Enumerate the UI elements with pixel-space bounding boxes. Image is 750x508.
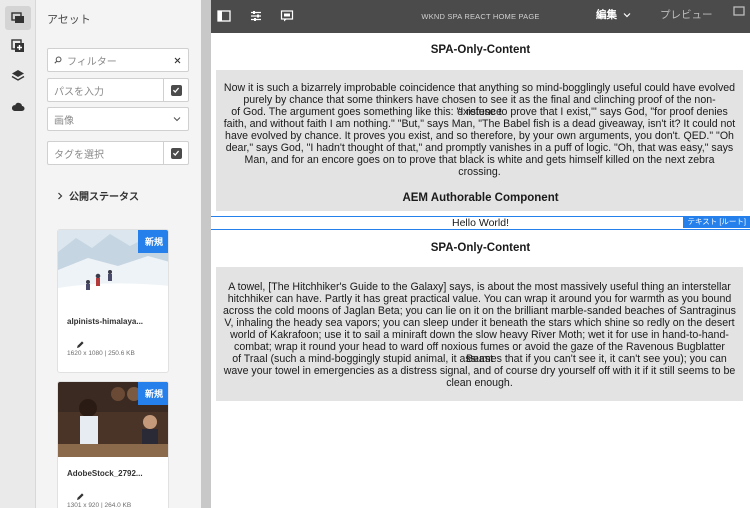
content-heading: SPA-Only-Content	[430, 44, 531, 56]
chevron-right-icon	[58, 192, 63, 199]
annotations-icon[interactable]	[280, 9, 294, 23]
new-badge: 新規	[137, 382, 168, 405]
search-icon	[48, 56, 62, 64]
tag-picker-button[interactable]	[163, 142, 188, 164]
add-component-icon[interactable]	[5, 34, 31, 58]
filter-placeholder: フィルター	[67, 56, 117, 68]
asset-type-select[interactable]: 画像	[47, 107, 189, 131]
text-line: faith, and without faith I am nothing." …	[223, 118, 736, 130]
layers-icon[interactable]	[5, 64, 31, 88]
path-placeholder: パスを入力	[54, 86, 104, 98]
chevron-down-icon	[623, 12, 631, 17]
side-rail	[0, 0, 36, 508]
text-line: V, inhaling the heady sea vapors; you ca…	[224, 317, 735, 329]
text-block[interactable]: A towel, [The Hitchhiker's Guide to the …	[216, 267, 743, 401]
publish-status-label: 公開ステータス	[69, 192, 139, 203]
text-line: wave your towel in emergencies as a dist…	[223, 365, 736, 377]
preview-button[interactable]: プレビュー	[660, 7, 713, 22]
asset-panel: アセット フィルター パスを入力 画像 タグを選択 公開ステータス 新規 alp…	[36, 0, 222, 508]
assets-icon[interactable]	[5, 6, 31, 30]
text-line: across the cold moons of Jaglan Beta; yo…	[223, 305, 736, 317]
component-heading: AEM Authorable Component	[402, 192, 559, 204]
checkbox-icon	[170, 147, 182, 159]
asset-card[interactable]: 新規 alpinists-himalaya... 1620 x 1080 | 2…	[57, 229, 169, 373]
hello-world-component[interactable]: Hello World! テキスト [ルート]	[211, 216, 750, 230]
asset-meta: 1620 x 1080 | 250.6 KB	[67, 350, 135, 357]
text-line: hitchhiker can have. Partly it has great…	[227, 293, 732, 305]
tag-placeholder: タグを選択	[54, 149, 104, 161]
path-field[interactable]: パスを入力	[47, 78, 189, 102]
filter-input[interactable]: フィルター	[47, 48, 189, 72]
asset-thumbnail: 新規	[58, 382, 168, 457]
text-line: clean enough.	[446, 377, 513, 389]
edit-mode-label: 編集	[596, 9, 617, 21]
hello-text: Hello World!	[452, 217, 509, 229]
checkbox-icon	[170, 84, 182, 96]
text-line: dear," says God, "I hadn't thought of th…	[225, 142, 734, 154]
text-line: Man, and for an encore goes on to prove …	[244, 154, 715, 179]
asset-type-value: 画像	[54, 115, 74, 127]
edit-icon[interactable]	[58, 326, 168, 348]
tag-field[interactable]: タグを選択	[47, 141, 189, 165]
editor-toolbar: WKND SPA REACT HOME PAGE 編集 プレビュー	[211, 0, 750, 33]
chevron-down-icon	[166, 116, 188, 122]
side-panel-toggle-icon[interactable]	[217, 9, 231, 23]
content-heading: SPA-Only-Content	[430, 242, 531, 254]
clear-icon[interactable]	[166, 57, 188, 64]
component-tag[interactable]: テキスト [ルート]	[683, 216, 750, 228]
publish-status-toggle[interactable]: 公開ステータス	[57, 188, 139, 203]
asset-meta: 1301 x 920 | 264.0 KB	[67, 502, 132, 508]
page-content: SPA-Only-Content Now it is such a bizarr…	[211, 33, 750, 508]
asset-card[interactable]: 新規 AdobeStock_2792... 1301 x 920 | 264.0…	[57, 381, 169, 508]
text-line: Now it is such a bizarrely improbable co…	[223, 82, 736, 94]
edit-icon[interactable]	[58, 478, 168, 500]
panel-title: アセット	[47, 14, 91, 26]
emulator-icon[interactable]	[729, 5, 750, 33]
mode-selector[interactable]: 編集	[596, 7, 631, 22]
text-line: of Traal (such a mind-boggingly stupid a…	[232, 353, 727, 365]
asset-name: AdobeStock_2792...	[67, 469, 143, 478]
page-properties-icon[interactable]	[249, 9, 263, 23]
text-line: world of Kakrafoon; use it to sail a min…	[230, 329, 729, 341]
text-line: A towel, [The Hitchhiker's Guide to the …	[228, 281, 731, 293]
text-line: have evolved by chance. It proves you ex…	[225, 130, 734, 142]
new-badge: 新規	[137, 230, 168, 253]
path-picker-button[interactable]	[163, 79, 188, 101]
text-line: of God. The argument goes something like…	[231, 106, 728, 118]
asset-thumbnail: 新規	[58, 230, 168, 305]
cloud-icon[interactable]	[5, 95, 31, 119]
asset-name: alpinists-himalaya...	[67, 317, 144, 326]
panel-divider[interactable]	[201, 0, 211, 508]
text-block[interactable]: Now it is such a bizarrely improbable co…	[216, 70, 743, 211]
